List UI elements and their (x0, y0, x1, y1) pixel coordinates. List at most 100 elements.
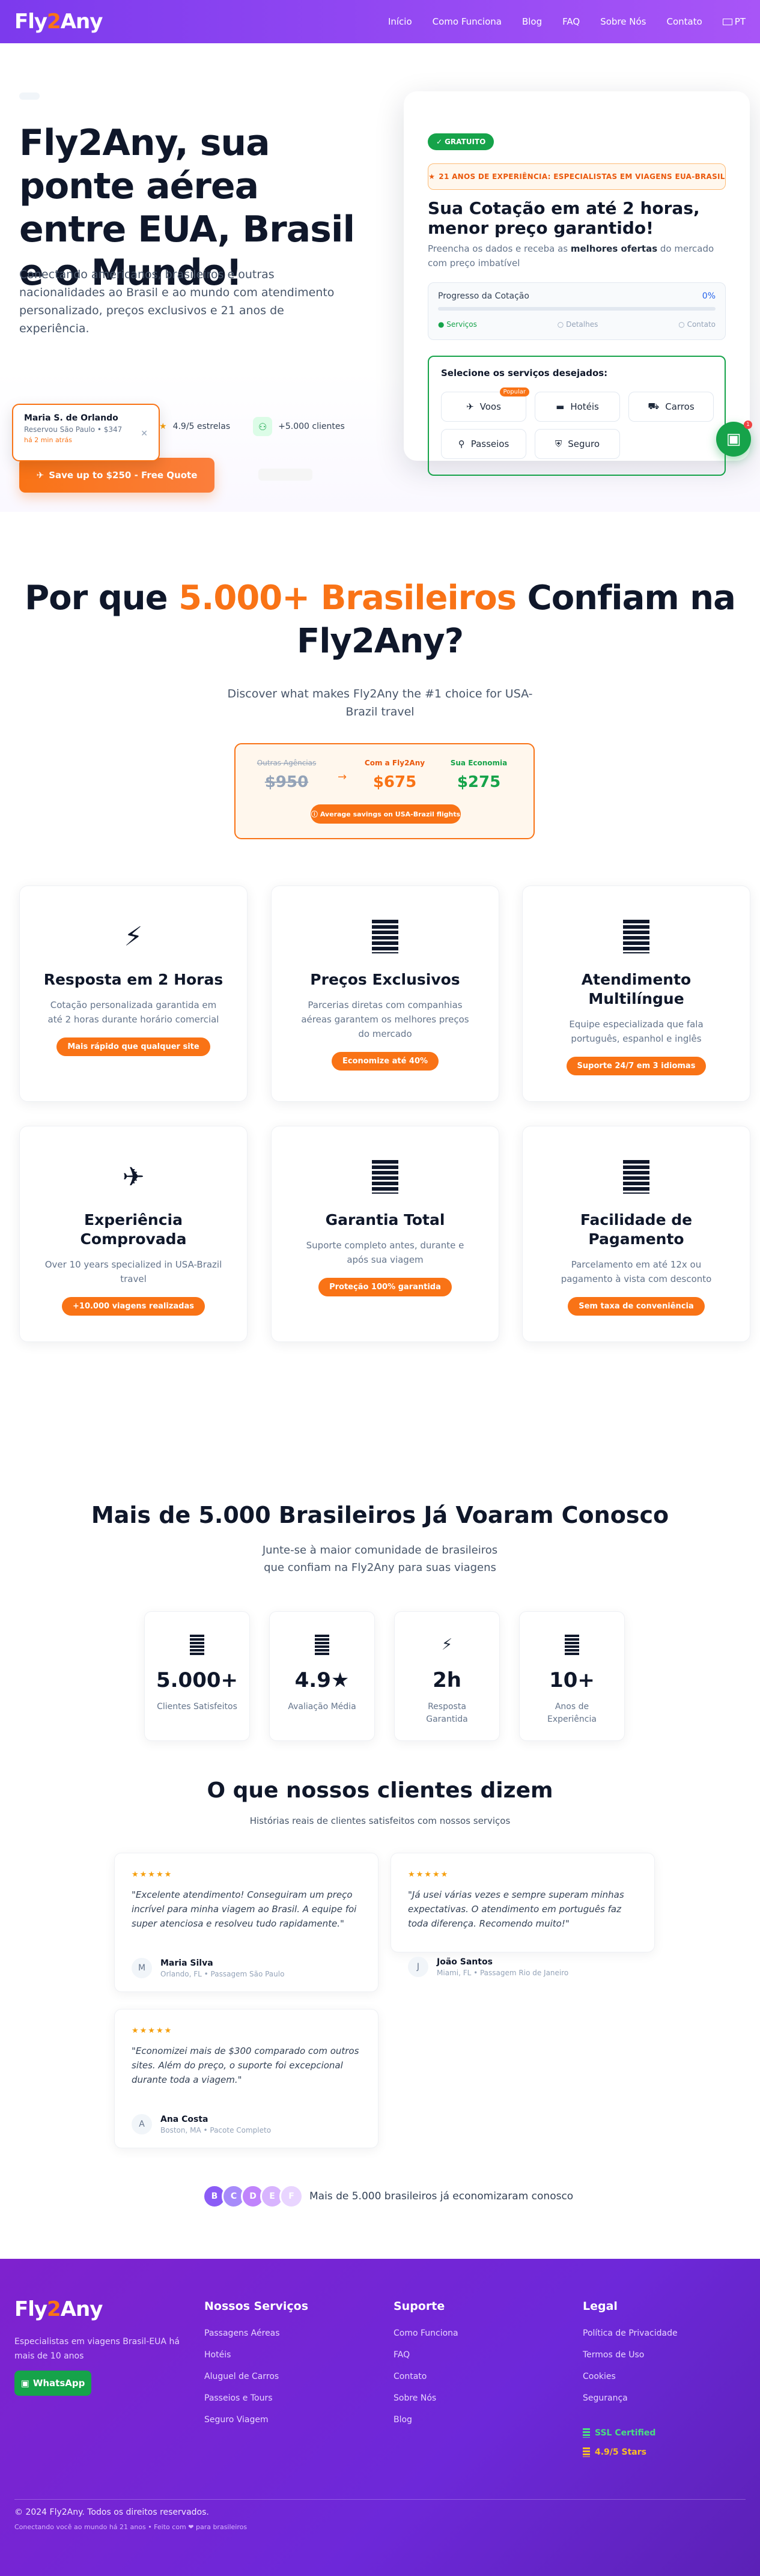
copyright: © 2024 Fly2Any. Todos os direitos reserv… (14, 2508, 209, 2517)
testimonial-card: ★★★★★ "Excelente atendimento! Conseguira… (114, 1853, 378, 1992)
quote-sub-bold: melhores ofertas (570, 243, 658, 254)
footer-description: Especialistas em viagens Brasil-EUA há m… (14, 2337, 180, 2361)
footer-logo[interactable]: Fly 2 Any (14, 2297, 103, 2321)
logo-text-2: 2 (47, 2297, 61, 2321)
hero-section: Fly2Any, sua ponte aérea entre EUA, Bras… (0, 43, 760, 512)
logo-text-fly: Fly (14, 2297, 47, 2321)
ssl-badge-label: SSL Certified (595, 2428, 656, 2438)
social-title: Mais de 5.000 Brasileiros Já Voaram Cono… (91, 1502, 669, 1528)
star-icon (583, 2447, 590, 2457)
save-label: Sua Economia (450, 759, 508, 767)
rating-stars: ★★★★★ (132, 1870, 173, 1879)
author-name: Maria Silva (160, 1958, 213, 1968)
feature-card: Garantia Total Suporte completo antes, d… (271, 1126, 499, 1342)
star-icon (315, 1635, 329, 1655)
language-label: PT (734, 16, 746, 27)
free-quote-button[interactable]: ✈ Save up to $250 - Free Quote (19, 458, 214, 493)
why-title-a: Por que (25, 579, 179, 618)
compare-fly2any: Com a Fly2Any $675 (362, 759, 428, 791)
nav-sobre-nos[interactable]: Sobre Nós (600, 16, 646, 27)
savings-pill-label: Average savings on USA-Brazil flights (320, 810, 461, 818)
footer-link[interactable]: Blog (394, 2415, 458, 2425)
author-name: Ana Costa (160, 2114, 208, 2124)
footer-link[interactable]: FAQ (394, 2350, 458, 2360)
close-icon[interactable]: ✕ (141, 429, 148, 439)
stat-label: Anos de Experiência (547, 1702, 597, 1724)
feature-card: ⚡ Resposta em 2 Horas Cotação personaliz… (19, 886, 248, 1102)
arrow-right-icon: → (338, 771, 347, 783)
rating-badge: 4.9/5 Stars (583, 2447, 646, 2457)
hero-description: Conectando americanos, brasileiros e out… (19, 268, 335, 335)
feature-title: Garantia Total (325, 1211, 445, 1229)
progress-percent: 0% (702, 291, 716, 301)
savings-pill: ⓘ Average savings on USA-Brazil flights (311, 804, 461, 824)
popular-badge: Popular (499, 387, 529, 396)
footer-link[interactable]: Passeios e Tours (204, 2393, 308, 2403)
footer-link[interactable]: Segurança (583, 2393, 678, 2403)
service-carros-label: Carros (665, 401, 695, 412)
footer-col-support: Suporte Como Funciona FAQ Contato Sobre … (394, 2300, 458, 2437)
footer-link[interactable]: Termos de Uso (583, 2350, 678, 2360)
logo-text-any: Any (60, 10, 103, 34)
stat-card: ⚡ 2h Resposta Garantida (394, 1611, 500, 1741)
step-detalhes: ○ Detalhes (557, 320, 598, 329)
nav-faq[interactable]: FAQ (562, 16, 580, 27)
footer-link[interactable]: Passagens Aéreas (204, 2328, 308, 2338)
stat-card: 10+ Anos de Experiência (519, 1611, 625, 1741)
service-seguro-button[interactable]: ⛨ Seguro (535, 429, 620, 459)
experience-banner: ★ 21 ANOS DE EXPERIÊNCIA: ESPECIALISTAS E… (428, 163, 726, 190)
nav-inicio[interactable]: Início (388, 16, 412, 27)
bed-icon: ▬ (556, 401, 565, 412)
footer-tagline: Conectando você ao mundo há 21 anos • Fe… (14, 2523, 248, 2531)
author-location: Boston, MA • Pacote Completo (160, 2125, 272, 2134)
nav-blog[interactable]: Blog (522, 16, 542, 27)
nav-contato[interactable]: Contato (666, 16, 702, 27)
stat-label: Resposta Garantida (426, 1702, 468, 1724)
social-subtitle: Junte-se à maior comunidade de brasileir… (262, 1544, 498, 1574)
map-pin-icon: ⚲ (458, 439, 465, 449)
logo[interactable]: Fly 2 Any (14, 10, 103, 34)
footer-link[interactable]: Seguro Viagem (204, 2415, 308, 2425)
footer-link[interactable]: Como Funciona (394, 2328, 458, 2338)
testimonial-quote: "Economizei mais de $300 comparado com o… (132, 2046, 359, 2085)
service-voos-button[interactable]: ✈ Voos Popular (441, 387, 529, 422)
feature-desc: Suporte completo antes, durante e após s… (306, 1240, 464, 1265)
footer-link[interactable]: Contato (394, 2372, 458, 2381)
rating-text: 4.9/5 estrelas (172, 422, 231, 431)
feature-desc: Parcelamento em até 12x ou pagamento à v… (561, 1259, 712, 1284)
secondary-cta-placeholder (258, 469, 312, 481)
step-contato: ○ Contato (678, 320, 716, 329)
free-quote-label: Save up to $250 - Free Quote (49, 470, 198, 481)
feature-title: Preços Exclusivos (310, 971, 460, 988)
credit-card-icon (623, 1160, 649, 1194)
footer-link[interactable]: Cookies (583, 2372, 678, 2381)
stat-label: Avaliação Média (288, 1702, 356, 1712)
footer-whatsapp-button[interactable]: ▣ WhatsApp (14, 2371, 91, 2396)
language-selector[interactable]: PT (722, 16, 746, 27)
star-icon: ★ (428, 172, 436, 181)
calendar-icon (565, 1635, 579, 1655)
service-carros-button[interactable]: ⛟ Carros (628, 392, 714, 422)
whatsapp-float-button[interactable]: ▣ 1 (716, 421, 752, 457)
ssl-badge: SSL Certified (583, 2428, 655, 2438)
footer-col-title: Suporte (394, 2300, 445, 2313)
nav-como-funciona[interactable]: Como Funciona (433, 16, 502, 27)
footer-link[interactable]: Política de Privacidade (583, 2328, 678, 2338)
footer-whatsapp-label: WhatsApp (32, 2378, 85, 2389)
lock-icon (583, 2428, 590, 2438)
footer-link[interactable]: Aluguel de Carros (204, 2372, 308, 2381)
feature-pill: Suporte 24/7 em 3 idiomas (566, 1057, 707, 1075)
service-passeios-button[interactable]: ⚲ Passeios (441, 429, 526, 459)
quote-title: Sua Cotação em até 2 horas, menor preço … (428, 198, 700, 238)
testimonial-card: ★★★★★ "Já usei várias vezes e sempre sup… (391, 1853, 655, 1977)
step-servicos-label: Serviços (446, 320, 477, 329)
progress-bar (438, 307, 716, 311)
lightning-icon: ⚡ (441, 1636, 453, 1654)
service-hoteis-button[interactable]: ▬ Hotéis (535, 392, 620, 422)
footer-link[interactable]: Sobre Nós (394, 2393, 458, 2403)
chat-icon: ▣ (20, 2378, 29, 2389)
feature-desc: Parcerias diretas com companhias aéreas … (301, 1000, 469, 1039)
shield-icon (372, 1160, 398, 1194)
avatar: F (279, 2184, 303, 2208)
footer-link[interactable]: Hotéis (204, 2350, 308, 2360)
